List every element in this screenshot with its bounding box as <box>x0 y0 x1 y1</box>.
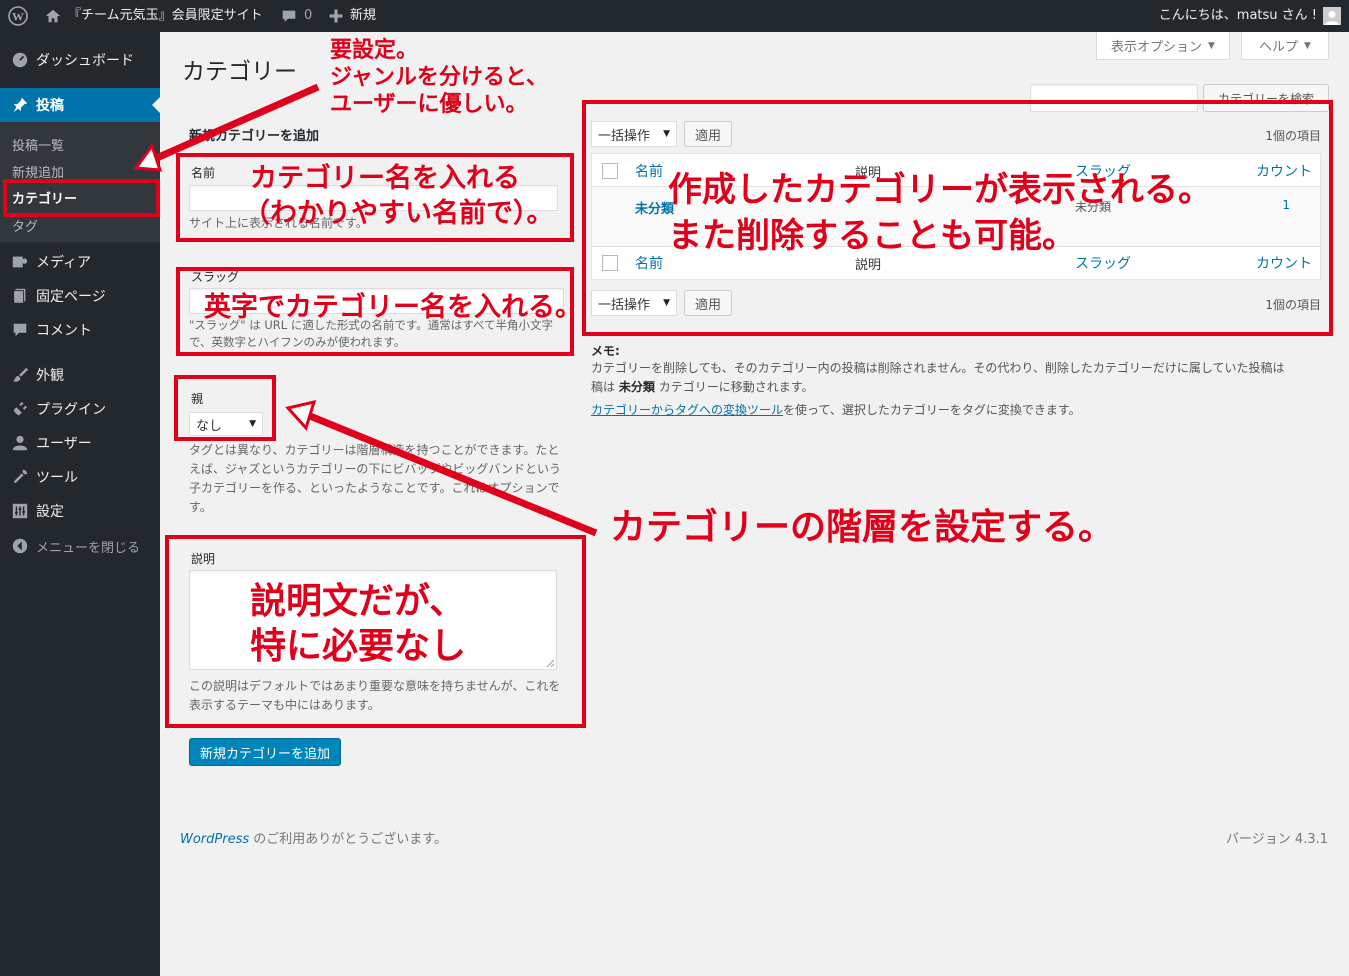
annotation-setting-1: 要設定。 <box>330 38 419 63</box>
menu-dashboard[interactable]: ダッシュボード <box>0 43 160 77</box>
annotation-description-1: 説明文だが、 <box>250 581 466 622</box>
avatar <box>1323 7 1341 25</box>
help-label: ヘルプ <box>1259 40 1299 55</box>
memo-line-2-prefix: 稿は <box>591 380 616 394</box>
new-label: 新規 <box>350 8 377 23</box>
collapse-menu-label: メニューを閉じる <box>36 540 141 556</box>
menu-tools-label: ツール <box>36 470 78 486</box>
menu-plugins-label: プラグイン <box>36 402 106 418</box>
menu-posts-label: 投稿 <box>36 98 64 114</box>
paintbrush-icon <box>10 365 30 385</box>
footer-thanks: のご利用ありがとうございます。 <box>253 832 447 847</box>
annotation-description-2: 特に必要なし <box>250 626 467 667</box>
annotation-name-1: カテゴリー名を入れる <box>250 163 520 194</box>
menu-settings[interactable]: 設定 <box>0 494 160 528</box>
parent-help-text: タグとは異なり、カテゴリーは階層構造を持つことができます。たとえば、ジャズという… <box>189 443 562 514</box>
memo-line-2: 稿は 未分類 カテゴリーに移動されます。 <box>591 378 1331 397</box>
menu-comments-label: コメント <box>36 323 92 339</box>
memo-line-2-rest: カテゴリーに移動されます。 <box>658 380 814 394</box>
menu-media[interactable]: メディア <box>0 245 160 279</box>
collapse-menu-button[interactable]: メニューを閉じる <box>0 529 160 563</box>
submenu-tags[interactable]: タグ <box>12 216 38 235</box>
menu-pages[interactable]: 固定ページ <box>0 279 160 313</box>
menu-users-label: ユーザー <box>36 436 92 452</box>
screen-options-button[interactable]: 表示オプション ▼ <box>1096 32 1230 60</box>
pages-icon <box>10 286 30 306</box>
media-icon <box>10 252 30 272</box>
greeting-text: こんにちは、matsu さん ! <box>1158 8 1317 23</box>
settings-sliders-icon <box>10 501 30 521</box>
chevron-down-icon: ▼ <box>1208 40 1215 51</box>
memo-text: カテゴリーを削除しても、そのカテゴリー内の投稿は削除されません。その代わり、削除… <box>591 359 1331 420</box>
help-button[interactable]: ヘルプ ▼ <box>1241 32 1329 60</box>
menu-comments[interactable]: コメント <box>0 313 160 347</box>
add-category-heading: 新規カテゴリーを追加 <box>189 129 320 144</box>
comment-count: 0 <box>304 8 313 23</box>
menu-posts[interactable]: 投稿 <box>0 88 160 122</box>
memo-line-3: カテゴリーからタグへの変換ツールを使って、選択したカテゴリーをタグに変換できます… <box>591 401 1331 420</box>
page-title: カテゴリー <box>182 59 297 85</box>
dashboard-gauge-icon <box>10 50 30 70</box>
admin-sidebar: ダッシュボード 投稿 投稿一覧 新規追加 カテゴリー タグ メディア 固定ページ… <box>0 32 160 976</box>
collapse-arrow-icon <box>10 536 30 556</box>
menu-tools[interactable]: ツール <box>0 460 160 494</box>
home-icon <box>45 9 61 23</box>
site-name: 『チーム元気玉』会員限定サイト <box>68 8 263 23</box>
screen-options-label: 表示オプション <box>1111 40 1203 55</box>
wordpress-link[interactable]: WordPress <box>180 832 249 847</box>
plug-icon <box>10 399 30 419</box>
annotation-list-1: 作成したカテゴリーが表示される。 <box>668 170 1212 210</box>
comment-bubble-icon <box>282 10 296 22</box>
menu-pages-label: 固定ページ <box>36 289 106 305</box>
account-menu[interactable]: こんにちは、matsu さん ! <box>1159 0 1341 32</box>
wrench-icon <box>10 467 30 487</box>
comment-icon <box>10 320 30 340</box>
menu-users[interactable]: ユーザー <box>0 426 160 460</box>
annotation-list-2: また削除することも可能。 <box>668 216 1076 256</box>
footer-version: バージョン 4.3.1 <box>1226 832 1328 847</box>
annotation-box-parent <box>174 375 276 441</box>
annotation-name-2: （わかりやすい名前で）。 <box>243 198 554 229</box>
annotation-box-categories-menu <box>3 179 160 217</box>
annotation-setting-3: ユーザーに優しい。 <box>330 92 528 117</box>
plus-icon <box>329 9 343 23</box>
memo-line-1: カテゴリーを削除しても、そのカテゴリー内の投稿は削除されません。その代わり、削除… <box>591 361 1285 375</box>
memo-line-3-rest: を使って、選択したカテゴリーをタグに変換できます。 <box>783 403 1081 417</box>
user-icon <box>10 433 30 453</box>
user-silhouette-icon <box>1325 11 1339 25</box>
chevron-down-icon: ▼ <box>1304 40 1311 51</box>
menu-appearance-label: 外観 <box>36 368 64 384</box>
menu-media-label: メディア <box>36 255 92 271</box>
menu-dashboard-label: ダッシュボード <box>36 53 134 69</box>
menu-settings-label: 設定 <box>36 504 64 520</box>
annotation-slug: 英字でカテゴリー名を入れる。 <box>204 292 582 323</box>
comments-link[interactable]: 0 <box>280 0 312 32</box>
new-content-link[interactable]: 新規 <box>328 0 376 32</box>
category-tag-converter-link[interactable]: カテゴリーからタグへの変換ツール <box>591 403 783 417</box>
annotation-setting-2: ジャンルを分けると、 <box>330 65 549 90</box>
menu-plugins[interactable]: プラグイン <box>0 392 160 426</box>
footer-credit: WordPress のご利用ありがとうございます。 <box>180 828 447 847</box>
pushpin-icon <box>10 95 30 115</box>
site-home-link[interactable]: 『チーム元気玉』会員限定サイト <box>44 0 263 32</box>
add-new-category-button[interactable]: 新規カテゴリーを追加 <box>189 738 341 766</box>
svg-text:W: W <box>12 10 24 24</box>
memo-title: メモ: <box>591 344 620 358</box>
memo-uncategorized: 未分類 <box>618 380 655 394</box>
annotation-parent: カテゴリーの階層を設定する。 <box>610 507 1115 548</box>
admin-bar: W 『チーム元気玉』会員限定サイト 0 新規 こんにちは、matsu さん ! <box>0 0 1349 32</box>
menu-appearance[interactable]: 外観 <box>0 358 160 392</box>
wordpress-logo-icon[interactable]: W <box>8 0 28 32</box>
submenu-all-posts[interactable]: 投稿一覧 <box>12 135 64 154</box>
